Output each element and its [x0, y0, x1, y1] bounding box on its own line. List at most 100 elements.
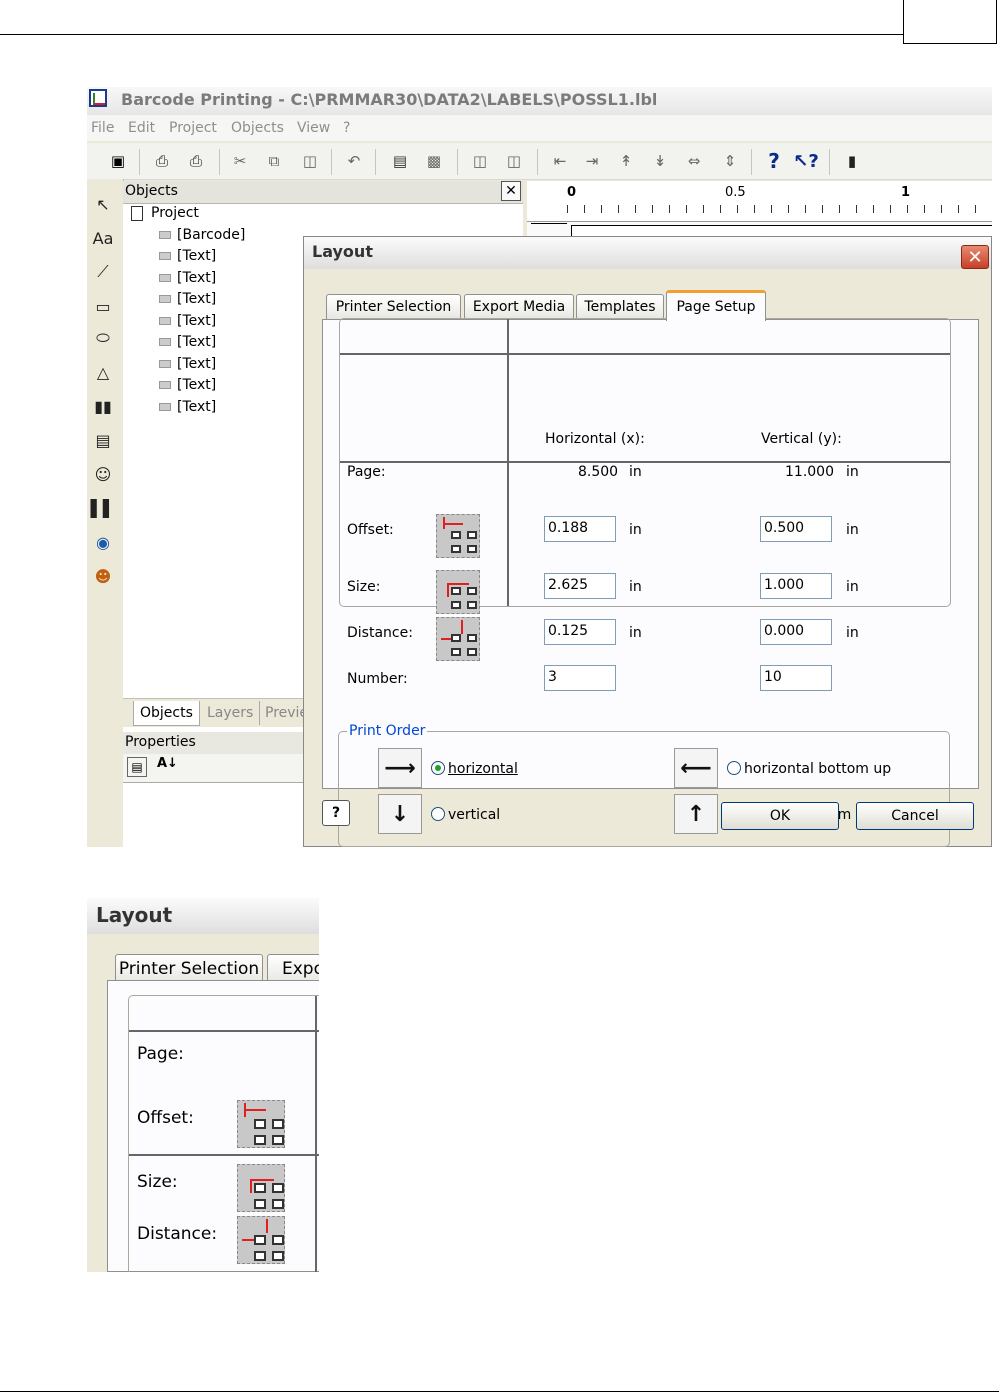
size-y-input[interactable]: 1.000	[760, 573, 832, 599]
align-left-icon[interactable]: ⇤	[549, 150, 571, 172]
number-y-input[interactable]: 10	[760, 665, 832, 691]
bring-front-icon[interactable]: ◫	[469, 150, 491, 172]
copy-icon[interactable]: ⧉	[263, 150, 285, 172]
properties-icon[interactable]: ▩	[423, 150, 445, 172]
tree-root[interactable]: Project	[131, 205, 199, 221]
align-right-icon[interactable]: ⇥	[581, 150, 603, 172]
close-icon[interactable]: ✕	[501, 181, 521, 201]
save-icon[interactable]: ▣	[107, 150, 129, 172]
center-vertical-icon[interactable]: ⇕	[719, 150, 741, 172]
number-x-input[interactable]: 3	[544, 665, 616, 691]
print-preview-icon[interactable]: ⎙	[185, 150, 207, 172]
ruler-label: 0	[567, 185, 577, 200]
radio-vertical-label[interactable]: vertical	[448, 807, 500, 823]
distance-x-input[interactable]: 0.125	[544, 619, 616, 645]
line-tool-icon[interactable]: ⟋	[89, 259, 117, 285]
zoom-distance-diagram-icon	[237, 1216, 285, 1264]
tab-templates[interactable]: Templates	[576, 294, 664, 319]
page-label: Page:	[347, 464, 386, 480]
barcode-tool-icon[interactable]: ▮▮	[89, 393, 117, 419]
menu-file[interactable]: File	[91, 120, 114, 136]
radio-horizontal-label[interactable]: horizontal	[448, 761, 518, 777]
menu-project[interactable]: Project	[169, 120, 217, 136]
dimensions-group	[339, 318, 951, 607]
select-tool-icon[interactable]: ↖	[89, 191, 117, 217]
toolbar-separator	[751, 149, 752, 175]
radio-horizontal-bottom-up-label[interactable]: horizontal bottom up	[744, 761, 891, 777]
tree-item[interactable]: [Text]	[159, 291, 216, 307]
menu-view[interactable]: View	[297, 120, 330, 136]
tree-item-label: [Text]	[177, 270, 217, 286]
ellipse-tool-icon[interactable]: ⬭	[89, 325, 117, 351]
tree-item[interactable]: [Text]	[159, 377, 216, 393]
tab-printer-selection[interactable]: Printer Selection	[326, 294, 461, 319]
cancel-button[interactable]: Cancel	[856, 802, 974, 830]
object-icon	[159, 317, 171, 325]
tree-item[interactable]: [Text]	[159, 248, 216, 264]
help-button[interactable]: ?	[322, 800, 350, 826]
database-tool-icon[interactable]: ◉	[89, 529, 117, 555]
close-icon[interactable]: ✕	[961, 245, 989, 269]
tree-item[interactable]: [Text]	[159, 334, 216, 350]
toolbar-separator	[829, 149, 830, 175]
send-back-icon[interactable]: ◫	[503, 150, 525, 172]
ok-button[interactable]: OK	[721, 802, 839, 830]
align-top-icon[interactable]: ↟	[615, 150, 637, 172]
print-icon[interactable]: ⎙	[151, 150, 173, 172]
vertical-bottom-up-icon: ↑	[674, 794, 718, 834]
zoom-tab-export-media[interactable]: Expo	[267, 954, 319, 982]
tree-item[interactable]: [Text]	[159, 399, 216, 415]
unit-label: in	[629, 625, 642, 641]
tree-item[interactable]: [Text]	[159, 356, 216, 372]
layout-icon[interactable]: ▤	[389, 150, 411, 172]
context-help-icon[interactable]: ↖?	[793, 150, 819, 172]
rectangle-tool-icon[interactable]: ▭	[89, 293, 117, 319]
chart-tool-icon[interactable]: ▌▌	[89, 495, 117, 521]
object-icon	[159, 252, 171, 260]
undo-icon[interactable]: ↶	[343, 150, 365, 172]
user-tool-icon[interactable]: ☻	[89, 563, 117, 589]
tree-item-label: [Text]	[177, 356, 217, 372]
tree-item[interactable]: [Text]	[159, 270, 216, 286]
distance-y-input[interactable]: 0.000	[760, 619, 832, 645]
center-horizontal-icon[interactable]: ⇔	[683, 150, 705, 172]
radio-horizontal[interactable]	[431, 761, 445, 775]
page-setup-panel	[322, 318, 979, 789]
tab-objects[interactable]: Objects	[133, 701, 200, 726]
text-block-tool-icon[interactable]: ▤	[89, 427, 117, 453]
zoom-distance-label: Distance:	[137, 1224, 218, 1244]
align-bottom-icon[interactable]: ↡	[649, 150, 671, 172]
tree-item[interactable]: [Text]	[159, 313, 216, 329]
tab-layers[interactable]: Layers	[201, 701, 261, 725]
offset-x-input[interactable]: 0.188	[544, 516, 616, 542]
app-logo-icon	[89, 89, 107, 107]
categorized-icon[interactable]: ▤	[127, 757, 147, 777]
cut-icon[interactable]: ✂	[229, 150, 251, 172]
field-tool-icon[interactable]: ☺	[89, 461, 117, 487]
tab-export-media[interactable]: Export Media	[464, 294, 574, 319]
toolbar-separator	[537, 149, 538, 175]
tab-page-setup[interactable]: Page Setup	[666, 290, 766, 321]
tree-item[interactable]: [Barcode]	[159, 227, 245, 243]
page-height-value: 11.000	[785, 464, 834, 480]
help-icon[interactable]: ?	[763, 149, 785, 173]
image-tool-icon[interactable]: △	[89, 359, 117, 385]
menu-help[interactable]: ?	[343, 120, 350, 136]
radio-horizontal-bottom-up[interactable]	[727, 761, 741, 775]
ruler-ticks	[567, 205, 992, 213]
page-number-box	[903, 0, 997, 44]
tree-root-label: Project	[151, 205, 199, 221]
menu-edit[interactable]: Edit	[128, 120, 155, 136]
offset-y-input[interactable]: 0.500	[760, 516, 832, 542]
size-x-input[interactable]: 2.625	[544, 573, 616, 599]
exit-icon[interactable]: ▮	[841, 150, 863, 172]
ruler: 0 0.5 1	[527, 181, 992, 222]
menu-objects[interactable]: Objects	[231, 120, 284, 136]
paste-icon[interactable]: ◫	[299, 150, 321, 172]
sort-alphabetical-icon[interactable]: A↓	[157, 756, 178, 771]
radio-vertical[interactable]	[431, 807, 445, 821]
unit-label: in	[629, 522, 642, 538]
zoom-tab-printer-selection[interactable]: Printer Selection	[115, 954, 263, 982]
number-label: Number:	[347, 671, 408, 687]
text-tool-icon[interactable]: Aa	[89, 225, 117, 251]
